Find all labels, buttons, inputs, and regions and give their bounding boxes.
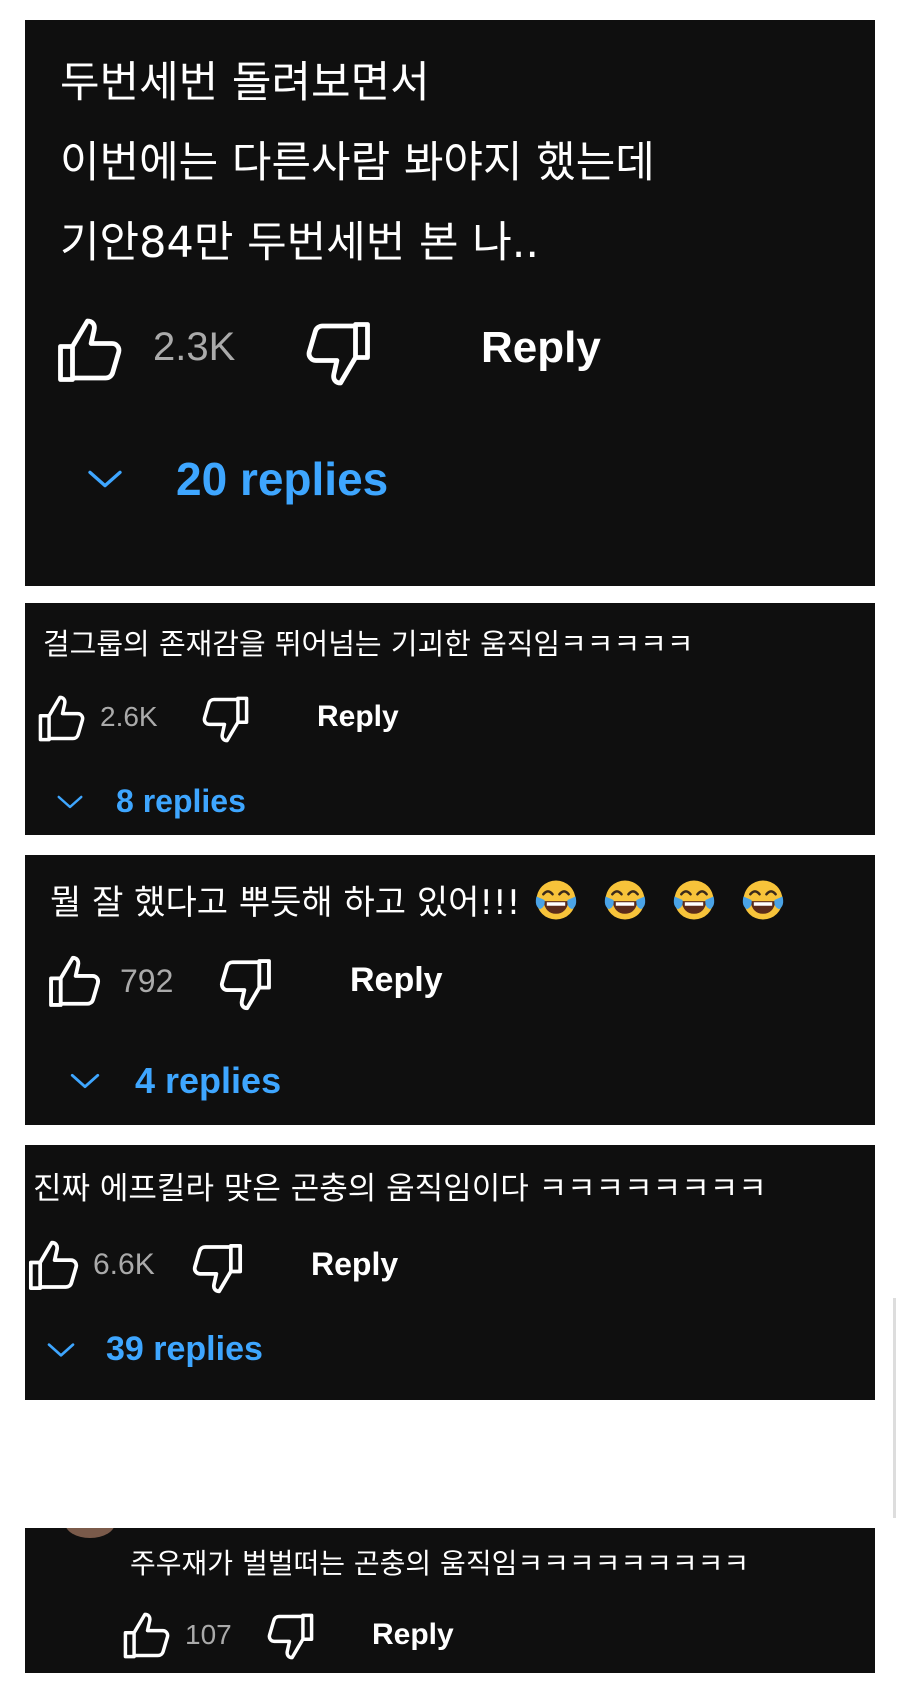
face-with-tears-of-joy-icon <box>740 877 786 932</box>
chevron-down-icon <box>63 1064 107 1098</box>
like-icon[interactable] <box>53 315 125 387</box>
comment-card: 두번세번 돌려보면서 이번에는 다른사람 봐야지 했는데 기안84만 두번세번 … <box>25 20 875 586</box>
comment-text: 두번세번 돌려보면서 <box>60 58 430 108</box>
replies-count-label: 4 replies <box>135 1060 282 1101</box>
chevron-down-icon <box>80 459 130 499</box>
dislike-icon[interactable] <box>303 317 375 389</box>
view-replies-button[interactable]: 4 replies <box>63 1060 281 1102</box>
comment-text-body: 뭘 잘 했다고 뿌듯해 하고 있어!!! <box>50 883 521 923</box>
like-count: 6.6K <box>93 1248 155 1281</box>
chevron-down-icon <box>50 787 90 817</box>
comment-text: 뭘 잘 했다고 뿌듯해 하고 있어!!! <box>50 875 786 932</box>
like-count: 2.3K <box>153 325 236 369</box>
face-with-tears-of-joy-icon <box>671 877 717 932</box>
comment-text: 기안84만 두번세번 본 나.. <box>60 218 540 268</box>
avatar[interactable] <box>65 1528 115 1538</box>
comment-text: 걸그룹의 존재감을 뛰어넘는 기괴한 움직임ㅋㅋㅋㅋㅋ <box>43 627 694 661</box>
like-count: 792 <box>120 963 174 999</box>
comment-text: 진짜 에프킬라 맞은 곤충의 움직임이다 ㅋㅋㅋㅋㅋㅋㅋㅋ <box>33 1171 767 1207</box>
replies-count-label: 20 replies <box>176 453 389 505</box>
comment-card: 주우재가 벌벌떠는 곤충의 움직임ㅋㅋㅋㅋㅋㅋㅋㅋㅋ 107 Reply <box>25 1528 875 1673</box>
comment-text: 이번에는 다른사람 봐야지 했는데 <box>60 138 655 188</box>
like-icon[interactable] <box>35 693 87 745</box>
reply-button[interactable]: Reply <box>350 961 443 1000</box>
chevron-down-icon <box>40 1334 82 1366</box>
replies-count-label: 8 replies <box>116 783 246 819</box>
dislike-icon[interactable] <box>217 955 275 1013</box>
like-icon[interactable] <box>45 953 103 1011</box>
dislike-icon[interactable] <box>190 1240 246 1296</box>
scroll-edge <box>893 1298 896 1518</box>
replies-count-label: 39 replies <box>106 1330 263 1368</box>
comment-text: 주우재가 벌벌떠는 곤충의 움직임ㅋㅋㅋㅋㅋㅋㅋㅋㅋ <box>130 1547 750 1580</box>
view-replies-button[interactable]: 8 replies <box>50 783 246 820</box>
like-icon[interactable] <box>25 1238 81 1294</box>
view-replies-button[interactable]: 20 replies <box>80 452 388 506</box>
reply-button[interactable]: Reply <box>311 1246 398 1283</box>
reply-button[interactable]: Reply <box>317 700 399 734</box>
reply-button[interactable]: Reply <box>481 323 601 373</box>
dislike-icon[interactable] <box>265 1610 317 1662</box>
face-with-tears-of-joy-icon <box>533 877 579 932</box>
comment-card: 걸그룹의 존재감을 뛰어넘는 기괴한 움직임ㅋㅋㅋㅋㅋ 2.6K Reply 8… <box>25 603 875 835</box>
comment-card: 뭘 잘 했다고 뿌듯해 하고 있어!!! 792 Reply 4 replies <box>25 855 875 1125</box>
comment-card: 진짜 에프킬라 맞은 곤충의 움직임이다 ㅋㅋㅋㅋㅋㅋㅋㅋ 6.6K Reply… <box>25 1145 875 1400</box>
like-count: 2.6K <box>100 701 158 732</box>
like-count: 107 <box>185 1619 232 1650</box>
like-icon[interactable] <box>120 1610 172 1662</box>
dislike-icon[interactable] <box>200 693 252 745</box>
view-replies-button[interactable]: 39 replies <box>40 1330 263 1369</box>
face-with-tears-of-joy-icon <box>602 877 648 932</box>
reply-button[interactable]: Reply <box>372 1618 454 1652</box>
